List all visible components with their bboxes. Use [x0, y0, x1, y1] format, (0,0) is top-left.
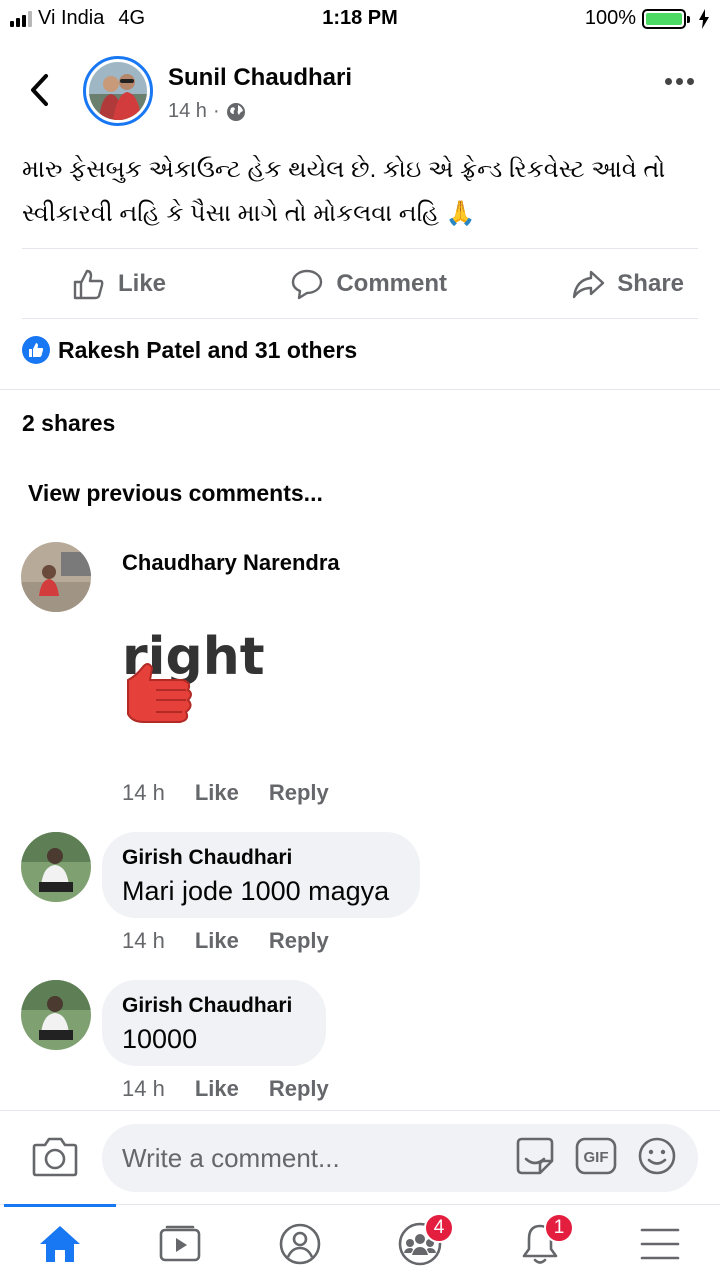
- like-reaction-icon: [22, 336, 50, 364]
- home-icon: [40, 1226, 80, 1262]
- commenter-name[interactable]: Girish Chaudhari: [122, 846, 400, 870]
- comment-like-button[interactable]: Like: [195, 1076, 239, 1102]
- view-previous-comments[interactable]: View previous comments...: [28, 480, 323, 507]
- notifications-badge: 1: [544, 1213, 574, 1243]
- groups-badge: 4: [424, 1213, 454, 1243]
- divider-reactions: [0, 389, 720, 390]
- emoji-icon[interactable]: [636, 1135, 678, 1177]
- globe-icon: [226, 102, 245, 121]
- back-button[interactable]: [22, 70, 58, 110]
- chevron-left-icon: [31, 74, 48, 106]
- hamburger-menu-icon: [640, 1228, 680, 1260]
- camera-button[interactable]: [32, 1135, 78, 1182]
- bottom-tab-bar: 4 1: [0, 1204, 720, 1280]
- divider-top: [22, 248, 698, 249]
- tab-watch[interactable]: [150, 1219, 210, 1269]
- status-bar: Vi India 4G 1:18 PM 100%: [0, 0, 720, 36]
- tab-menu[interactable]: [630, 1219, 690, 1269]
- commenter-name[interactable]: Girish Chaudhari: [122, 994, 306, 1018]
- video-icon: [159, 1225, 201, 1262]
- comment-text: 10000: [122, 1024, 198, 1054]
- active-tab-indicator: [4, 1204, 116, 1207]
- comment-time: 14 h: [122, 780, 165, 805]
- charging-bolt-icon: [699, 8, 709, 29]
- battery-percent: 100%: [584, 7, 636, 29]
- comment-like-button[interactable]: Like: [195, 780, 239, 806]
- composer-icons: GIF: [514, 1135, 678, 1177]
- post-time: 14 h: [168, 100, 207, 122]
- more-options-button[interactable]: [665, 78, 694, 85]
- reactions-summary[interactable]: Rakesh Patel and 31 others: [22, 336, 357, 364]
- commenter-avatar[interactable]: [21, 832, 91, 902]
- comment-composer: GIF: [0, 1110, 720, 1204]
- right-sticker: right: [122, 624, 272, 739]
- like-button[interactable]: Like: [72, 267, 166, 301]
- commenter-avatar[interactable]: [21, 542, 91, 612]
- avatar-photo: [89, 62, 147, 120]
- tab-groups[interactable]: 4: [390, 1213, 454, 1269]
- comment-bubble: Girish Chaudhari Mari jode 1000 magya: [102, 832, 420, 918]
- comment-text: Mari jode 1000 magya: [122, 876, 390, 906]
- comment-meta: 14 h Like Reply: [122, 928, 329, 954]
- commenter-avatar[interactable]: [21, 980, 91, 1050]
- like-label: Like: [118, 270, 167, 297]
- post-text: મારુ ફેસબુક એકાઉન્ટ હેક થયેલ છે. કોઇ એ ફ…: [22, 156, 666, 227]
- comment-bubble-icon: [292, 269, 323, 300]
- post-meta: 14 h ·: [168, 100, 246, 123]
- comment-time: 14 h: [122, 1076, 165, 1101]
- thumbs-up-icon: [73, 269, 104, 300]
- author-avatar[interactable]: [83, 56, 153, 126]
- profile-icon: [279, 1223, 321, 1265]
- comment-reply-button[interactable]: Reply: [269, 928, 329, 954]
- reactions-text: Rakesh Patel and 31 others: [58, 336, 358, 363]
- sticker-icon[interactable]: [514, 1135, 556, 1177]
- svg-text:GIF: GIF: [584, 1149, 609, 1166]
- commenter-name[interactable]: Chaudhary Narendra: [122, 550, 340, 576]
- gif-icon[interactable]: GIF: [574, 1135, 618, 1177]
- comment-reply-button[interactable]: Reply: [269, 1076, 329, 1102]
- share-arrow-icon: [573, 270, 605, 299]
- post-header: Sunil Chaudhari 14 h ·: [0, 50, 720, 132]
- comment-reply-button[interactable]: Reply: [269, 780, 329, 806]
- comment-label: Comment: [336, 270, 447, 297]
- author-name[interactable]: Sunil Chaudhari: [168, 64, 352, 92]
- comment-meta: 14 h Like Reply: [122, 1076, 329, 1102]
- share-label: Share: [617, 270, 684, 297]
- status-right: 100%: [585, 7, 710, 30]
- shares-count[interactable]: 2 shares: [22, 410, 115, 437]
- comment-time: 14 h: [122, 928, 165, 953]
- camera-icon: [32, 1137, 78, 1177]
- divider-actions: [22, 318, 698, 319]
- tab-notifications[interactable]: 1: [510, 1213, 574, 1269]
- post-actions: Like Comment Share: [22, 250, 698, 318]
- comment-bubble: Girish Chaudhari 10000: [102, 980, 326, 1066]
- battery-icon: [642, 8, 690, 29]
- share-button[interactable]: Share: [571, 267, 684, 301]
- tab-profile[interactable]: [270, 1219, 330, 1269]
- comment-like-button[interactable]: Like: [195, 928, 239, 954]
- comment-button[interactable]: Comment: [290, 267, 447, 301]
- meta-dot: ·: [212, 100, 220, 122]
- comment-meta: 14 h Like Reply: [122, 780, 329, 806]
- tab-home[interactable]: [30, 1219, 90, 1269]
